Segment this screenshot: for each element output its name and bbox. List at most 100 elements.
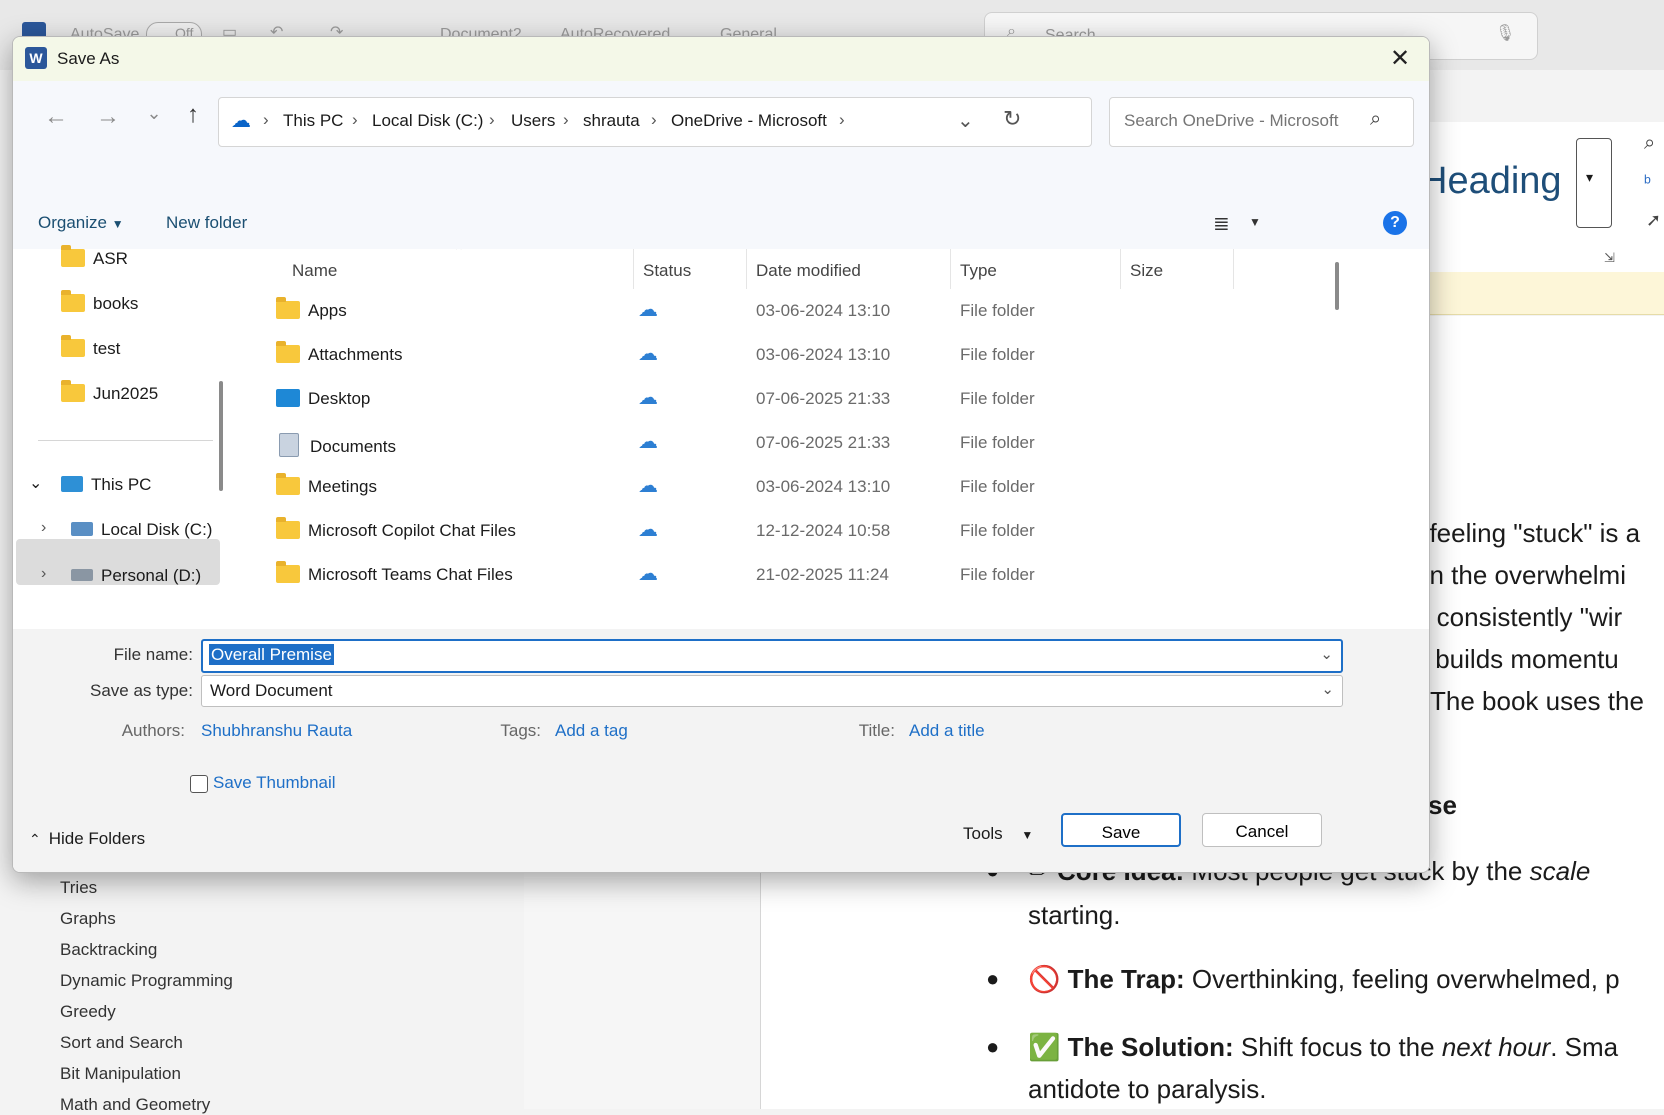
save-thumbnail-checkbox[interactable] (190, 775, 208, 793)
folder-search-input[interactable] (1122, 110, 1366, 132)
folder-tree: ASR books test Jun2025 ⌄ This PC › Local… (13, 245, 243, 629)
file-row[interactable]: Documents ☁ 07-06-2025 21:33 File folder (246, 423, 1336, 467)
view-options-icon[interactable]: ≣ (1213, 211, 1230, 236)
folder-search-box[interactable]: ⌕ (1109, 97, 1414, 147)
chevron-down-icon[interactable]: ⌄ (1321, 680, 1334, 698)
search-icon: ⌕ (1370, 108, 1382, 130)
nav-item[interactable]: Sort and Search (60, 1033, 183, 1053)
microphone-icon[interactable]: 🎙 (1495, 23, 1515, 43)
back-arrow-icon[interactable]: ← (41, 103, 71, 131)
file-name-field[interactable]: Overall Premise ⌄ (201, 639, 1343, 673)
nav-item[interactable]: Graphs (60, 909, 116, 929)
breadcrumb-this-pc[interactable]: This PC (283, 111, 343, 131)
info-bar (1428, 272, 1664, 315)
cancel-button[interactable]: Cancel (1202, 813, 1322, 847)
column-divider (950, 249, 951, 289)
heading-style-button[interactable]: Heading (1420, 160, 1562, 203)
forward-arrow-icon[interactable]: → (93, 103, 123, 131)
save-button[interactable]: Save (1061, 813, 1181, 847)
add-tag-link[interactable]: Add a tag (555, 721, 628, 741)
file-row[interactable]: Attachments ☁ 03-06-2024 13:10 File fold… (246, 335, 1336, 379)
tree-item-asr[interactable]: ASR (61, 245, 128, 289)
doc-line: on the overwhelmi (1415, 560, 1626, 590)
column-header-date-modified[interactable]: Date modified (756, 261, 861, 281)
chevron-down-icon[interactable]: ⌄ (1320, 645, 1333, 663)
tree-item-personal-d[interactable]: Personal (D:) (71, 566, 201, 606)
nav-item[interactable]: Dynamic Programming (60, 971, 233, 991)
onedrive-cloud-icon: ☁ (231, 110, 251, 132)
cloud-status-icon: ☁ (638, 299, 658, 321)
file-row[interactable]: Microsoft Copilot Chat Files ☁ 12-12-202… (246, 511, 1336, 555)
breadcrumb-shrauta[interactable]: shrauta (583, 111, 640, 131)
recent-locations-chevron-icon[interactable]: ⌄ (139, 103, 169, 124)
folder-icon (276, 517, 300, 539)
tools-button[interactable]: Tools ▼ (963, 824, 1033, 844)
tree-item-jun2025[interactable]: Jun2025 (61, 380, 158, 424)
folder-icon (61, 290, 85, 312)
breadcrumb-local-disk[interactable]: Local Disk (C:) (372, 111, 483, 131)
nav-item[interactable]: Bit Manipulation (60, 1064, 181, 1084)
chevron-up-icon: ⌃ (29, 831, 41, 847)
file-list-scrollbar[interactable] (1335, 262, 1339, 310)
tree-item-test[interactable]: test (61, 335, 120, 379)
nav-item[interactable]: Greedy (60, 1002, 116, 1022)
save-thumbnail-label[interactable]: Save Thumbnail (213, 773, 336, 793)
help-icon[interactable]: ? (1383, 211, 1407, 235)
file-row[interactable]: Desktop ☁ 07-06-2025 21:33 File folder (246, 379, 1336, 423)
dialog-toolbar: Organize ▼ New folder ≣ ▼ ? (13, 199, 1429, 249)
styles-gallery-dropdown[interactable]: ▾ (1576, 138, 1612, 228)
column-divider (1233, 249, 1234, 289)
save-type-select[interactable]: Word Document ⌄ (201, 675, 1343, 707)
nav-item[interactable]: Math and Geometry (60, 1095, 210, 1115)
file-row[interactable]: Apps ☁ 03-06-2024 13:10 File folder (246, 291, 1336, 335)
bullet-the-trap: 🚫 The Trap: Overthinking, feeling overwh… (1028, 964, 1620, 994)
column-header-type[interactable]: Type (960, 261, 997, 281)
tree-item-local-disk[interactable]: Local Disk (C:) (71, 520, 212, 560)
close-button[interactable]: ✕ (1383, 45, 1417, 75)
address-bar[interactable]: ☁ › This PC › Local Disk (C:) › Users › … (218, 97, 1092, 147)
add-title-link[interactable]: Add a title (909, 721, 985, 741)
organize-button[interactable]: Organize ▼ (38, 213, 124, 233)
breadcrumb-separator-icon: › (839, 110, 845, 129)
bullet-the-solution: ✅ The Solution: Shift focus to the next … (1028, 1032, 1619, 1062)
expand-chevron-right-icon[interactable]: › (41, 519, 46, 537)
column-header-size[interactable]: Size (1130, 261, 1163, 281)
expand-chevron-down-icon[interactable]: ⌄ (29, 473, 42, 493)
tree-item-this-pc[interactable]: This PC (61, 475, 151, 515)
title-label: Title: (858, 721, 895, 740)
drive-icon (71, 522, 93, 536)
file-row[interactable]: Microsoft Teams Chat Files ☁ 21-02-2025 … (246, 555, 1336, 599)
tree-scrollbar[interactable] (219, 381, 223, 491)
dialog-titlebar: W Save As ✕ (13, 37, 1429, 81)
sort-ascending-icon: ⌃ (453, 249, 465, 259)
nav-item[interactable]: Backtracking (60, 940, 157, 960)
computer-icon (61, 476, 83, 492)
documents-folder-icon (279, 433, 299, 457)
folder-icon (276, 297, 300, 319)
column-header-name[interactable]: Name (292, 261, 337, 281)
tree-item-books[interactable]: books (61, 290, 138, 334)
breadcrumb-users[interactable]: Users (511, 111, 555, 131)
refresh-icon[interactable]: ↻ (1003, 106, 1021, 132)
select-icon[interactable]: ➚ (1646, 210, 1661, 231)
save-type-label: Save as type: (89, 681, 193, 700)
file-list: ⌃ Name Status Date modified Type Size Ap… (246, 249, 1346, 629)
nav-item[interactable]: Tries (60, 878, 97, 898)
expand-chevron-right-icon[interactable]: › (41, 565, 46, 583)
column-divider (746, 249, 747, 289)
replace-icon[interactable]: ᵇ (1644, 172, 1651, 193)
new-folder-button[interactable]: New folder (166, 213, 247, 233)
folder-icon (61, 380, 85, 402)
file-row[interactable]: Meetings ☁ 03-06-2024 13:10 File folder (246, 467, 1336, 511)
view-options-caret-icon[interactable]: ▼ (1249, 215, 1261, 229)
column-header-status[interactable]: Status (643, 261, 691, 281)
hide-folders-button[interactable]: ⌃ Hide Folders (29, 829, 145, 849)
find-icon[interactable]: ⌕ (1644, 132, 1655, 155)
address-history-chevron-icon[interactable]: ⌄ (957, 108, 974, 133)
dialog-launcher-icon[interactable]: ⇲ (1604, 250, 1615, 266)
authors-value[interactable]: Shubhranshu Rauta (201, 721, 352, 741)
up-arrow-icon[interactable]: ↑ (178, 101, 208, 129)
folder-icon (276, 341, 300, 363)
folder-icon (61, 245, 85, 267)
breadcrumb-onedrive[interactable]: OneDrive - Microsoft (671, 111, 827, 131)
